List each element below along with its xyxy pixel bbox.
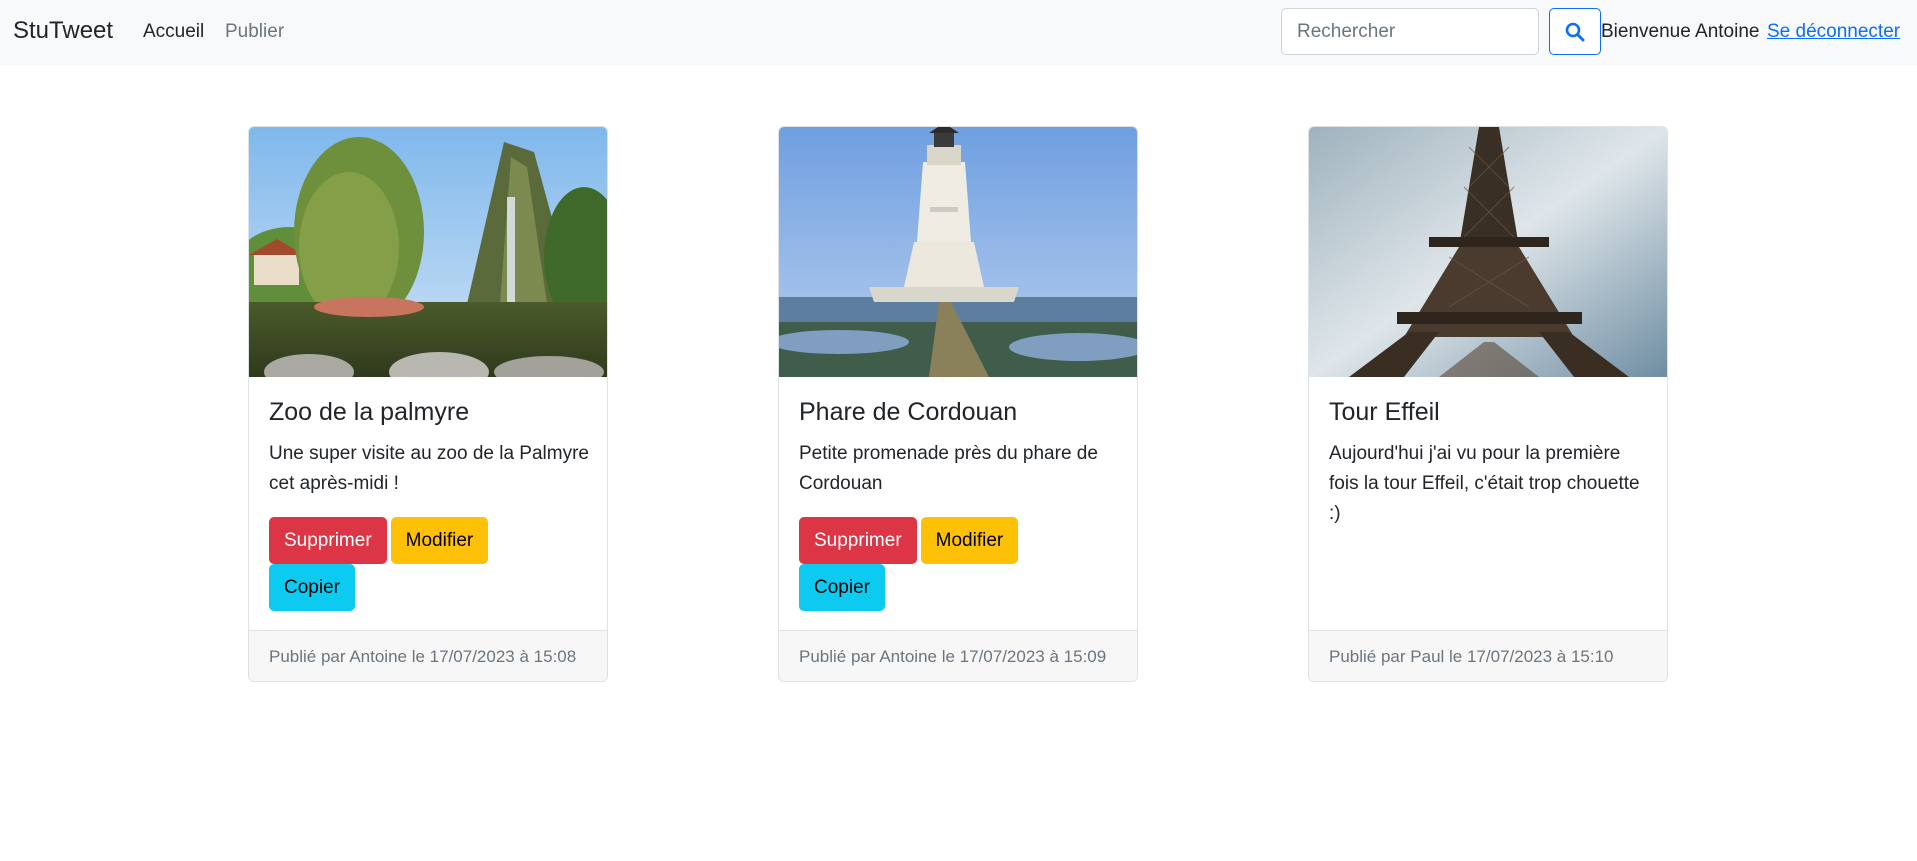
- delete-button[interactable]: Supprimer: [799, 517, 917, 564]
- post-image-eiffel: [1309, 127, 1667, 377]
- post-image-lighthouse: [779, 127, 1137, 377]
- edit-button[interactable]: Modifier: [390, 517, 489, 564]
- post-footer: Publié par Antoine le 17/07/2023 à 15:09: [779, 630, 1137, 681]
- post-title: Tour Effeil: [1329, 398, 1440, 426]
- delete-button[interactable]: Supprimer: [269, 517, 387, 564]
- post-title: Zoo de la palmyre: [269, 398, 470, 426]
- post-text: Une super visite au zoo de la Palmyre ce…: [269, 443, 589, 494]
- nav-link-home[interactable]: Accueil: [143, 21, 204, 43]
- search-input[interactable]: [1281, 8, 1539, 55]
- navbar: StuTweet Accueil Publier Bienvenue Antoi…: [0, 0, 1917, 66]
- post-title: Phare de Cordouan: [799, 398, 1018, 426]
- post-card: Phare de Cordouan Petite promenade près …: [778, 126, 1138, 682]
- post-card: Tour Effeil Aujourd'hui j'ai vu pour la …: [1308, 126, 1668, 682]
- search-icon: [1565, 22, 1585, 41]
- post-actions: Supprimer Modifier Copier: [269, 517, 589, 611]
- copy-button[interactable]: Copier: [799, 564, 885, 611]
- post-image-zoo: [249, 127, 607, 377]
- post-text: Petite promenade près du phare de Cordou…: [799, 443, 1098, 494]
- post-footer: Publié par Paul le 17/07/2023 à 15:10: [1309, 630, 1667, 681]
- nav-link-publish[interactable]: Publier: [225, 21, 284, 43]
- edit-button[interactable]: Modifier: [920, 517, 1019, 564]
- post-actions: Supprimer Modifier Copier: [799, 517, 1119, 611]
- copy-button[interactable]: Copier: [269, 564, 355, 611]
- brand-logo[interactable]: StuTweet: [13, 17, 113, 45]
- post-text: Aujourd'hui j'ai vu pour la première foi…: [1329, 443, 1640, 524]
- post-card: Zoo de la palmyre Une super visite au zo…: [248, 126, 608, 682]
- welcome-text: Bienvenue Antoine: [1601, 21, 1760, 42]
- logout-link[interactable]: Se déconnecter: [1767, 21, 1900, 43]
- search-button[interactable]: [1549, 8, 1601, 55]
- post-footer: Publié par Antoine le 17/07/2023 à 15:08: [249, 630, 607, 681]
